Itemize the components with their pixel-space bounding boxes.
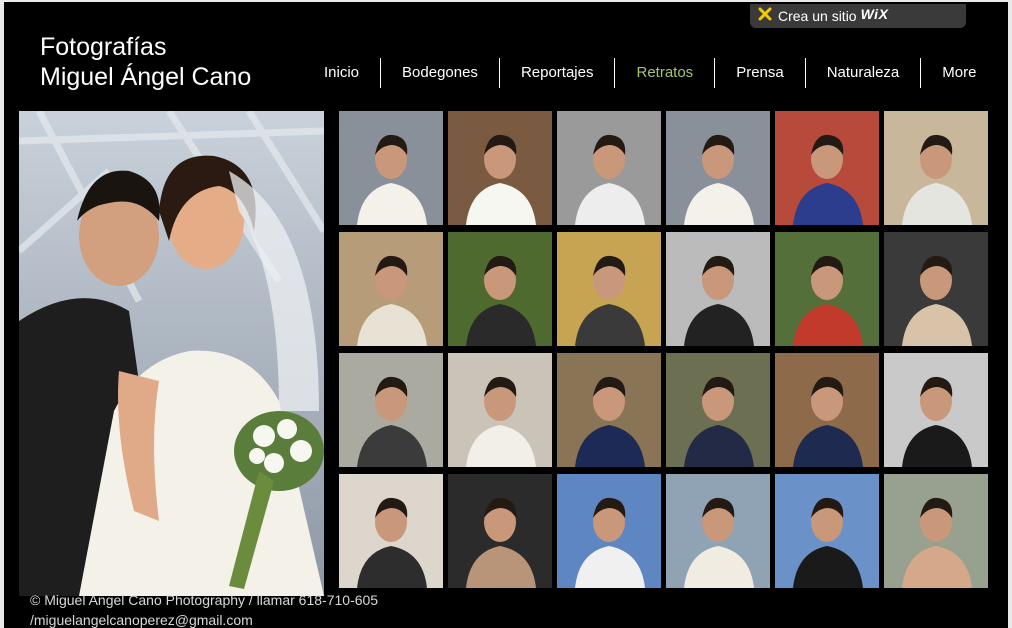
nav-item-prensa[interactable]: Prensa [714,58,805,88]
wix-bar-label: Crea un sitio [778,8,857,24]
thumbnail-man-close-dark[interactable] [448,474,552,588]
thumbnail-man-columns[interactable] [557,232,661,346]
thumbnail-man-binoculars[interactable] [448,232,552,346]
thumbnail-man-white-wall[interactable] [884,353,988,467]
nav-item-naturaleza[interactable]: Naturaleza [804,58,921,88]
thumbnail-man-magazine[interactable] [775,232,879,346]
wix-promo-bar[interactable]: Crea un sitio WiX [750,4,966,28]
thumbnail-man-saddle[interactable] [775,474,879,588]
thumbnail-man-bw-glasses[interactable] [666,232,770,346]
site-title[interactable]: Fotografías Miguel Ángel Cano [40,32,251,92]
nav-item-bodegones[interactable]: Bodegones [380,58,499,88]
footer-email[interactable]: /miguelangelcanoperez@gmail.com [30,610,470,628]
thumbnail-man-colorful-wall[interactable] [775,111,879,225]
wix-x-icon [758,7,772,21]
footer-copyright: © Miguel Angel Cano Photography / llamar… [30,592,379,608]
thumbnail-man-sculpture[interactable] [884,111,988,225]
thumbnail-man-white-horse[interactable] [557,474,661,588]
thumbnail-film-sculpture[interactable] [339,353,443,467]
nav-item-more[interactable]: More [920,58,997,88]
thumbnail-wedding-couple-2[interactable] [666,111,770,225]
thumbnail-white-sphere[interactable] [448,353,552,467]
thumbnail-wedding-walk[interactable] [448,111,552,225]
thumbnail-grid [339,111,989,593]
thumbnail-man-closeup-grey[interactable] [884,474,988,588]
footer: © Miguel Angel Cano Photography / llamar… [30,590,470,628]
thumbnail-man-standing-sphere[interactable] [339,232,443,346]
thumbnail-man-dark-portrait[interactable] [884,232,988,346]
thumbnail-man-lying-white[interactable] [339,474,443,588]
nav-item-reportajes[interactable]: Reportajes [498,58,615,88]
featured-photo-wedding-couple [19,111,324,596]
thumbnail-man-horse-flag[interactable] [666,474,770,588]
thumbnail-man-red-tie-1[interactable] [666,353,770,467]
thumbnail-wedding-bw[interactable] [557,111,661,225]
site-title-line1: Fotografías [40,33,167,61]
nav-item-inicio[interactable]: Inicio [310,58,380,88]
site-title-line2: Miguel Ángel Cano [40,63,252,91]
main-nav: Inicio Bodegones Reportajes Retratos Pre… [310,58,997,88]
featured-photo[interactable] [19,111,324,596]
nav-item-retratos[interactable]: Retratos [614,58,714,88]
thumbnail-man-blue-suit[interactable] [557,353,661,467]
wix-logo: WiX [860,6,889,22]
page: Crea un sitio WiX Fotografías Miguel Áng… [4,2,1008,628]
thumbnail-man-red-tie-2[interactable] [775,353,879,467]
thumbnail-wedding-couple-1[interactable] [339,111,443,225]
